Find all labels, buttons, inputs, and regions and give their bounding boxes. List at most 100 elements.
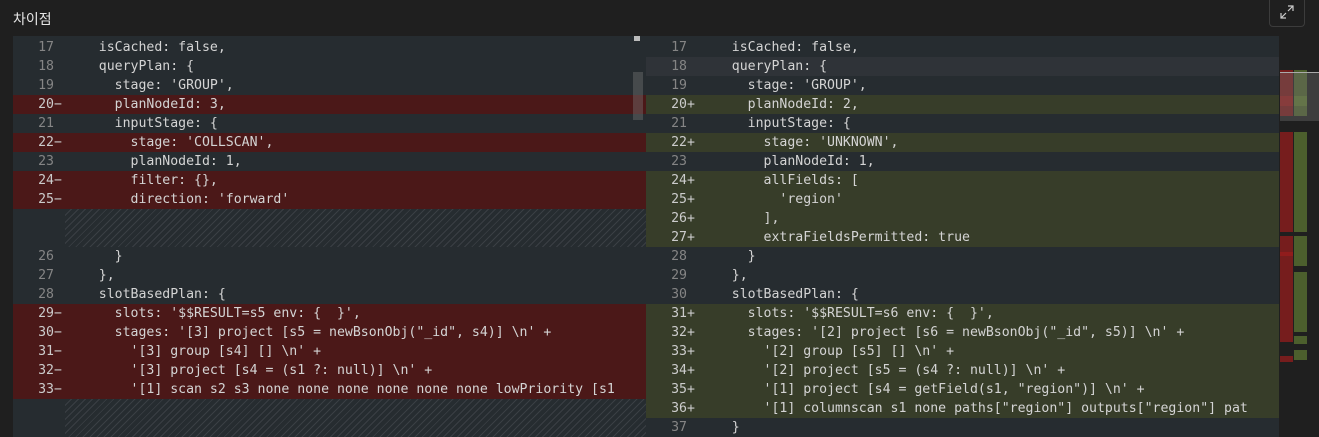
diff-marker: − xyxy=(54,135,62,150)
line-number: 33 xyxy=(38,382,54,397)
code-text: stage: 'GROUP', xyxy=(700,78,867,93)
expand-button[interactable] xyxy=(1269,0,1305,27)
code-line[interactable]: 31 + slots: '$$RESULT=s6 env: { }', xyxy=(646,304,1279,323)
code-line[interactable]: 24 + allFields: [ xyxy=(646,171,1279,190)
panel-title: 차이점 xyxy=(13,12,52,28)
code-text: stage: 'UNKNOWN', xyxy=(700,135,899,150)
expand-icon xyxy=(1280,5,1294,19)
code-text: '[1] scan s2 s3 none none none none none… xyxy=(67,382,615,397)
diff-filler xyxy=(65,209,646,247)
code-line[interactable]: 32− '[3] project [s4 = (s1 ?: null)] \n'… xyxy=(13,361,646,380)
code-line[interactable]: 18 queryPlan: { xyxy=(646,57,1279,76)
code-line[interactable]: 28 } xyxy=(646,247,1279,266)
code-line[interactable]: 22 + stage: 'UNKNOWN', xyxy=(646,133,1279,152)
code-line[interactable]: 21 inputStage: { xyxy=(646,114,1279,133)
diff-marker: + xyxy=(687,363,695,378)
code-line[interactable]: 30− stages: '[3] project [s5 = newBsonOb… xyxy=(13,323,646,342)
left-scrollbar-thumb[interactable] xyxy=(633,72,643,120)
diff-overview-ruler[interactable] xyxy=(1280,36,1319,437)
code-line[interactable]: 19 stage: 'GROUP', xyxy=(13,76,646,95)
code-text: stage: 'COLLSCAN', xyxy=(67,135,274,150)
overview-marker xyxy=(1294,132,1307,232)
line-number: 28 xyxy=(671,249,687,264)
overview-marker xyxy=(1280,132,1293,232)
overview-marker xyxy=(1280,356,1293,362)
code-line[interactable]: 20 + planNodeId: 2, xyxy=(646,95,1279,114)
code-line[interactable]: 19 stage: 'GROUP', xyxy=(646,76,1279,95)
code-text: queryPlan: { xyxy=(67,59,195,74)
diff-marker: + xyxy=(687,382,695,397)
line-number: 20 xyxy=(671,97,687,112)
code-text: planNodeId: 2, xyxy=(700,97,859,112)
line-number: 18 xyxy=(671,59,687,74)
code-text: } xyxy=(700,249,756,264)
code-text: slots: '$$RESULT=s5 env: { }', xyxy=(67,306,361,321)
panel-header: 차이점 xyxy=(0,0,1319,36)
line-number: 21 xyxy=(38,116,54,131)
code-line[interactable]: 37 } xyxy=(646,418,1279,437)
code-line[interactable]: 31− '[3] group [s4] [] \n' + xyxy=(13,342,646,361)
code-text: '[3] project [s4 = (s1 ?: null)] \n' + xyxy=(67,363,433,378)
code-text: extraFieldsPermitted: true xyxy=(700,230,970,245)
code-line[interactable]: 25− direction: 'forward' xyxy=(13,190,646,209)
code-text: queryPlan: { xyxy=(700,59,828,74)
line-number: 19 xyxy=(38,78,54,93)
code-line[interactable]: 35 + '[1] project [s4 = getField(s1, "reg… xyxy=(646,380,1279,399)
line-number: 34 xyxy=(671,363,687,378)
code-text: '[3] group [s4] [] \n' + xyxy=(67,344,322,359)
diff-marker: + xyxy=(687,401,695,416)
line-number: 26 xyxy=(671,211,687,226)
code-line[interactable]: 27 + extraFieldsPermitted: true xyxy=(646,228,1279,247)
diff-marker: − xyxy=(54,192,62,207)
diff-filler xyxy=(65,399,646,437)
line-number: 24 xyxy=(671,173,687,188)
code-line[interactable]: 26 } xyxy=(13,247,646,266)
modified-editor[interactable]: 17 isCached: false, 18 queryPlan: {19 sta… xyxy=(646,36,1279,437)
code-text: inputStage: { xyxy=(67,116,218,131)
code-line[interactable]: 29− slots: '$$RESULT=s5 env: { }', xyxy=(13,304,646,323)
code-text: inputStage: { xyxy=(700,116,851,131)
diff-marker: + xyxy=(687,97,695,112)
code-line[interactable]: 20− planNodeId: 3, xyxy=(13,95,646,114)
code-line[interactable]: 26 + ], xyxy=(646,209,1279,228)
line-number: 20 xyxy=(38,97,54,112)
code-line[interactable]: 18 queryPlan: { xyxy=(13,57,646,76)
line-number: 30 xyxy=(671,287,687,302)
code-line[interactable]: 27 }, xyxy=(13,266,646,285)
code-line[interactable]: 36 + '[1] columnscan s1 none paths["regio… xyxy=(646,399,1279,418)
diff-marker: − xyxy=(54,173,62,188)
line-number: 26 xyxy=(38,249,54,264)
code-line[interactable]: 21 inputStage: { xyxy=(13,114,646,133)
code-text: planNodeId: 1, xyxy=(67,154,242,169)
line-number: 33 xyxy=(671,344,687,359)
code-text: } xyxy=(700,420,740,435)
code-line[interactable]: 24− filter: {}, xyxy=(13,171,646,190)
code-line[interactable]: 34 + '[2] project [s5 = (s4 ?: null)] \n'… xyxy=(646,361,1279,380)
line-number: 22 xyxy=(671,135,687,150)
code-line[interactable]: 32 + stages: '[2] project [s6 = newBsonOb… xyxy=(646,323,1279,342)
code-line[interactable]: 22− stage: 'COLLSCAN', xyxy=(13,133,646,152)
code-text: slotBasedPlan: { xyxy=(700,287,859,302)
code-line[interactable]: 30 slotBasedPlan: { xyxy=(646,285,1279,304)
diff-marker: − xyxy=(54,97,62,112)
code-line[interactable]: 33− '[1] scan s2 s3 none none none none … xyxy=(13,380,646,399)
code-line[interactable]: 23 planNodeId: 1, xyxy=(13,152,646,171)
code-text: direction: 'forward' xyxy=(67,192,290,207)
original-editor[interactable]: 17 isCached: false, 18 queryPlan: {19 sta… xyxy=(13,36,646,437)
left-scroll-indicator xyxy=(634,36,640,41)
overview-viewport[interactable] xyxy=(1280,72,1319,121)
overview-marker xyxy=(1280,252,1293,342)
code-line[interactable]: 28 slotBasedPlan: { xyxy=(13,285,646,304)
line-number: 23 xyxy=(671,154,687,169)
line-number: 37 xyxy=(671,420,687,435)
diff-marker: − xyxy=(54,306,62,321)
line-number: 17 xyxy=(38,40,54,55)
code-line[interactable]: 23 planNodeId: 1, xyxy=(646,152,1279,171)
code-text: '[1] columnscan s1 none paths["region"] … xyxy=(700,401,1248,416)
code-line[interactable]: 29 }, xyxy=(646,266,1279,285)
code-line[interactable]: 33 + '[2] group [s5] [] \n' + xyxy=(646,342,1279,361)
code-text: planNodeId: 3, xyxy=(67,97,226,112)
code-line[interactable]: 17 isCached: false, xyxy=(13,38,646,57)
code-line[interactable]: 17 isCached: false, xyxy=(646,38,1279,57)
code-line[interactable]: 25 + 'region' xyxy=(646,190,1279,209)
